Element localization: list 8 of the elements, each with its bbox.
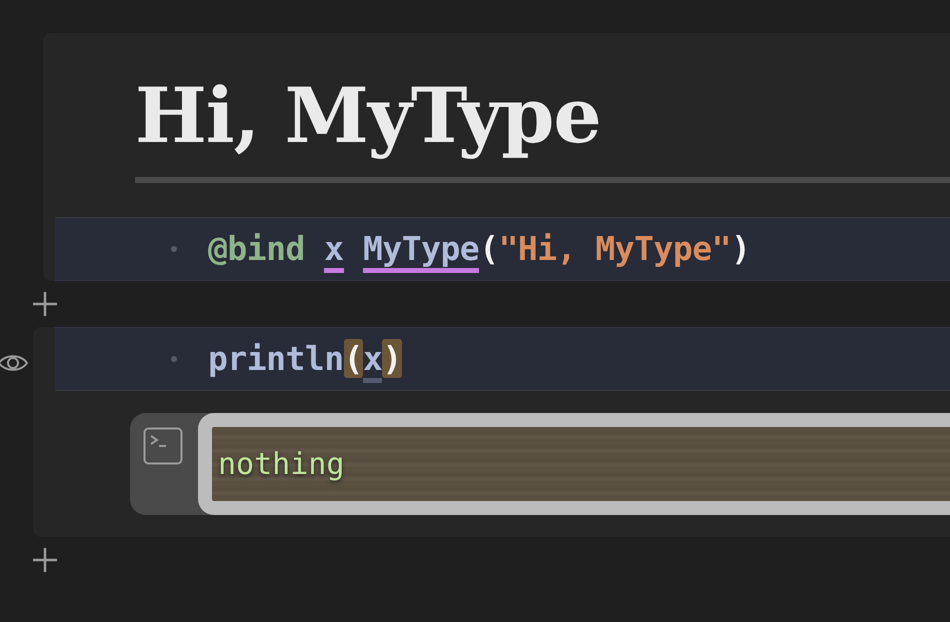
line-marker-icon	[171, 356, 177, 362]
code-line[interactable]: println(x)	[208, 334, 402, 384]
add-cell-icon[interactable]	[31, 290, 59, 318]
terminal-icon	[143, 427, 183, 465]
heading: Hi, MyType	[135, 70, 601, 162]
line-marker-icon	[171, 246, 177, 252]
add-cell-icon[interactable]	[31, 546, 59, 574]
output-text: nothing	[218, 446, 344, 484]
